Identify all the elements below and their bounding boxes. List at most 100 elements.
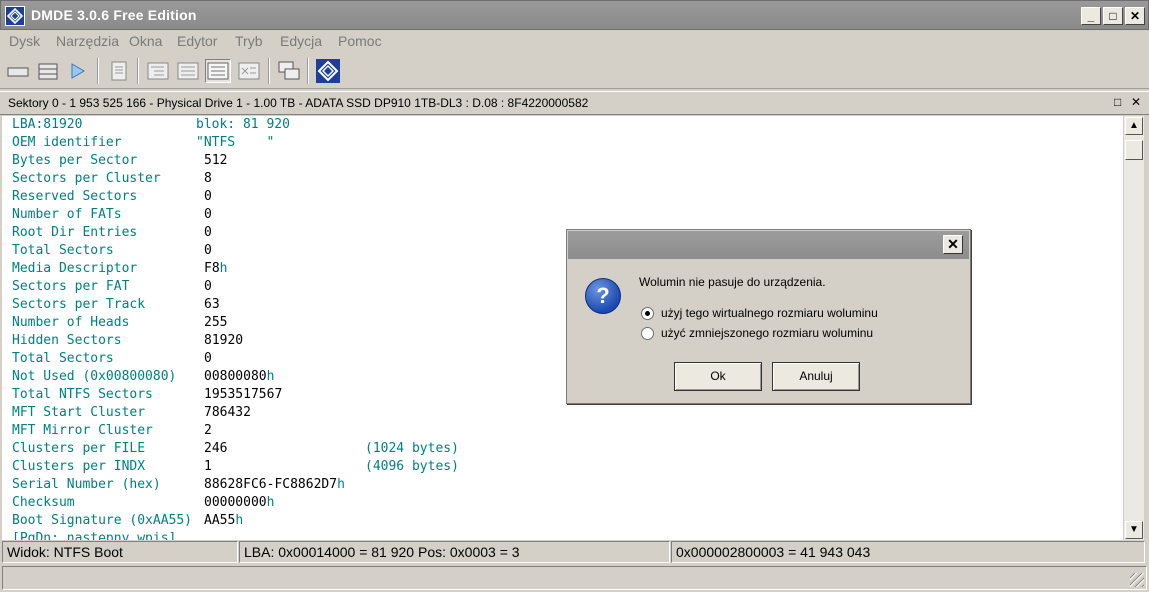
field-value-text: 2 — [204, 423, 212, 438]
field-value-text: 1953517567 — [204, 387, 283, 402]
editor-header-row: LBA:81920 blok: 81 920 — [12, 117, 290, 135]
partitions-icon[interactable] — [35, 59, 61, 83]
maximize-button[interactable]: □ — [1103, 7, 1123, 25]
radio-unselected-icon[interactable] — [641, 327, 654, 340]
option-label: użyć zmniejszonego rozmiaru woluminu — [661, 326, 874, 340]
compare-view-icon[interactable] — [236, 59, 262, 83]
resize-grip-icon[interactable] — [1130, 573, 1144, 587]
field-name: OEM identifier — [12, 135, 122, 150]
bottom-status-bar — [2, 566, 1147, 590]
menu-pomoc[interactable]: Pomoc — [338, 33, 382, 49]
scroll-thumb[interactable] — [1125, 140, 1143, 160]
field-value[interactable]: 0 — [204, 207, 212, 222]
option-label: użyj tego wirtualnego rozmiaru woluminu — [661, 306, 878, 320]
field-value[interactable]: 246 — [204, 441, 227, 456]
field-name: Not Used (0x00800080) — [12, 369, 177, 384]
dmde-logo-icon[interactable] — [315, 59, 341, 83]
menu-edytor[interactable]: Edytor — [177, 33, 217, 49]
menu-bar: Dysk Narzędzia Okna Edytor Tryb Edycja P… — [0, 30, 1149, 52]
field-value[interactable]: 255 — [204, 315, 227, 330]
field-value-text: 88628FC6-FC8862D7 — [204, 477, 338, 492]
field-value-text: 00800080 — [204, 369, 267, 384]
field-value-text: 0 — [204, 243, 212, 258]
menu-tryb[interactable]: Tryb — [235, 33, 262, 49]
field-value[interactable]: 0 — [204, 351, 212, 366]
dialog-message: Wolumin nie pasuje do urządzenia. — [639, 275, 826, 289]
field-value[interactable]: 0 — [204, 279, 212, 294]
template-view-icon[interactable] — [205, 59, 231, 83]
field-value[interactable]: 512 — [204, 153, 227, 168]
status-view: Widok: NTFS Boot — [2, 541, 238, 563]
field-value-text: "NTFS " — [196, 135, 275, 150]
field-value[interactable]: F8h — [204, 261, 227, 276]
field-value[interactable]: 0 — [204, 243, 212, 258]
close-pane-icon[interactable]: ✕ — [1131, 95, 1141, 109]
field-name: Serial Number (hex) — [12, 477, 161, 492]
close-button[interactable]: ✕ — [1125, 7, 1145, 25]
field-value[interactable]: 8 — [204, 171, 212, 186]
list-view-icon[interactable] — [175, 59, 201, 83]
minimize-button[interactable]: _ — [1081, 7, 1101, 25]
sector-path: Sektory 0 - 1 953 525 166 - Physical Dri… — [8, 96, 589, 110]
field-value[interactable]: 00800080h — [204, 369, 274, 384]
field-name: MFT Mirror Cluster — [12, 423, 153, 438]
toolbar-separator — [97, 58, 99, 84]
menu-okna[interactable]: Okna — [129, 33, 162, 49]
field-value[interactable]: 0 — [204, 189, 212, 204]
field-value[interactable]: 786432 — [204, 405, 251, 420]
vertical-scrollbar[interactable]: ▲ ▼ — [1124, 116, 1144, 540]
tree-view-icon[interactable] — [145, 59, 171, 83]
field-value[interactable]: 2 — [204, 423, 212, 438]
field-value[interactable]: AA55h — [204, 513, 243, 528]
file-icon[interactable] — [106, 59, 132, 83]
menu-narzedzia[interactable]: Narzędzia — [56, 33, 119, 49]
field-value[interactable]: "NTFS " — [196, 135, 274, 150]
field-name: Hidden Sectors — [12, 333, 122, 348]
field-value-text: F8 — [204, 261, 220, 276]
field-value[interactable]: 1 — [204, 459, 212, 474]
menu-edycja[interactable]: Edycja — [280, 33, 322, 49]
disk-icon[interactable] — [5, 59, 31, 83]
field-value-text: 786432 — [204, 405, 251, 420]
volume-mismatch-dialog: ✕ ? Wolumin nie pasuje do urządzenia. uż… — [566, 229, 971, 404]
hex-suffix: h — [235, 513, 244, 528]
menu-dysk[interactable]: Dysk — [9, 33, 40, 49]
field-name: Media Descriptor — [12, 261, 138, 276]
field-name: Total NTFS Sectors — [12, 387, 153, 402]
field-name: Total Sectors — [12, 243, 114, 258]
status-lba: LBA: 0x00014000 = 81 920 Pos: 0x0003 = 3 — [239, 541, 670, 563]
field-value[interactable]: 00000000h — [204, 495, 274, 510]
field-value-text: 8 — [204, 171, 212, 186]
restore-pane-icon[interactable]: □ — [1114, 95, 1121, 109]
ok-button[interactable]: Ok — [674, 362, 762, 391]
hex-suffix: h — [266, 369, 275, 384]
block-header: blok: 81 920 — [196, 117, 290, 132]
field-value[interactable]: 81920 — [204, 333, 243, 348]
field-value-text: 246 — [204, 441, 228, 456]
field-value-text: 0 — [204, 189, 212, 204]
field-value[interactable]: 88628FC6-FC8862D7h — [204, 477, 345, 492]
dialog-close-button[interactable]: ✕ — [943, 235, 963, 254]
radio-selected-icon[interactable] — [641, 307, 654, 320]
field-value-text: 1 — [204, 459, 212, 474]
scroll-up-icon[interactable]: ▲ — [1125, 117, 1143, 135]
field-value[interactable]: 63 — [204, 297, 220, 312]
sector-path-bar: Sektory 0 - 1 953 525 166 - Physical Dri… — [0, 91, 1149, 115]
field-value-text: 81920 — [204, 333, 244, 348]
field-value-text: 0 — [204, 279, 212, 294]
question-icon: ? — [585, 278, 621, 314]
field-value-text: 00000000 — [204, 495, 267, 510]
hex-suffix: h — [337, 477, 345, 492]
scroll-down-icon[interactable]: ▼ — [1125, 521, 1143, 539]
field-value[interactable]: 0 — [204, 225, 212, 240]
field-name: Sectors per Cluster — [12, 171, 161, 186]
field-name: Sectors per Track — [12, 297, 146, 312]
play-icon[interactable] — [64, 59, 90, 83]
field-name: Root Dir Entries — [12, 225, 138, 240]
cancel-button[interactable]: Anuluj — [772, 362, 860, 391]
field-name: Reserved Sectors — [12, 189, 138, 204]
field-name: Clusters per FILE — [12, 441, 146, 456]
window-title: DMDE 3.0.6 Free Edition — [31, 7, 197, 23]
windows-icon[interactable] — [276, 59, 302, 83]
field-value[interactable]: 1953517567 — [204, 387, 282, 402]
